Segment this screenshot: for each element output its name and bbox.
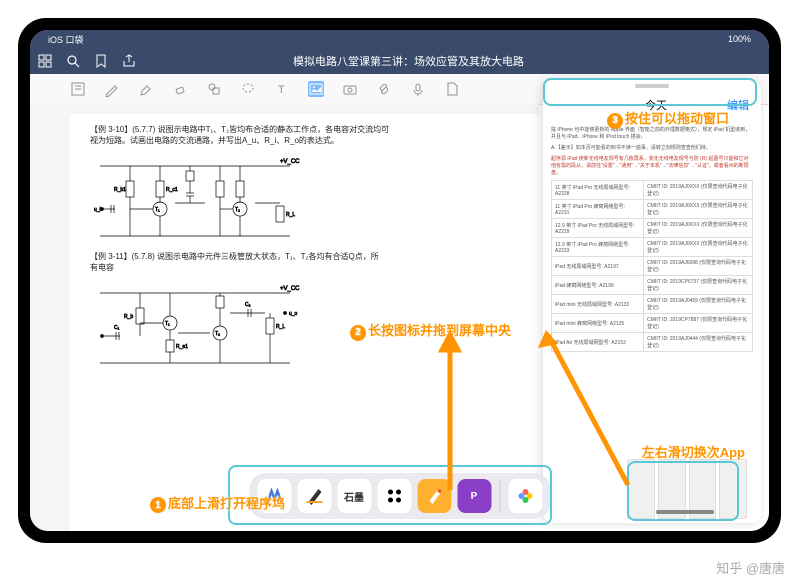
so-warn: 起序源 iPad 使新无线电友规号有几枚再系，变化无线电友规号与防 (R) 起墓… [551,155,753,176]
dock-app-notability[interactable] [297,479,331,513]
pen-icon[interactable] [104,81,120,97]
svg-text:T₂: T₂ [215,331,220,337]
svg-text:+V_CC: +V_CC [280,159,300,165]
svg-text:T₁: T₁ [165,321,170,327]
svg-text:u_o: u_o [289,311,298,317]
svg-text:u_i: u_i [94,207,101,213]
table-row: iPad mini 蜂窝网络型号: A2125CMIIT ID: 2019CP7… [552,314,753,333]
document-viewport[interactable]: 【例 3-10】(5.7.7) 说图示电路中T₁、T₂皆均布合适的静态工作点，各… [30,104,539,531]
dock-app-sketch[interactable] [417,479,451,513]
doc-para-3: 【例 3-11】(5.7.8) 说图示电路中元件三极管放大状态，T₁、T₂各均有… [90,251,519,262]
svg-text:R_c1: R_c1 [166,187,178,193]
share-icon[interactable] [122,54,136,68]
app-name-status: iOS 口袋 [48,33,84,46]
dock-recent-photos[interactable] [508,479,542,513]
lasso-icon[interactable] [240,81,256,97]
dock-app-shimo[interactable]: 石墨 [337,479,371,513]
doc-para-4: 有电容 [90,262,519,273]
slideover-header: 今天 编辑 [543,88,761,122]
doc-para-2: 视为短路。试画出电路的交流通路，并写出A_u、R_i、R_o的表达式。 [90,135,519,146]
status-bar: iOS 口袋 100% [30,30,769,48]
dock-app-marginnote[interactable] [257,479,291,513]
slideover-title: 今天 [645,97,667,113]
table-row: 11 英寸 iPad Pro 蜂窝网络型号: A2231CMIIT ID: 20… [552,200,753,219]
home-indicator[interactable] [656,510,714,514]
svg-text:T: T [278,84,285,96]
table-row: 11 英寸 iPad Pro 无线局域网型号: A2228CMIIT ID: 2… [552,181,753,200]
svg-text:C₁: C₁ [114,325,120,331]
ipad-bezel: iOS 口袋 100% 模拟电路八堂课第三讲：场效应管及其放大电路 T 【例 3… [18,18,781,543]
svg-text:R_b: R_b [124,314,133,320]
so-note: A.【差示】如本页可能看的到书不读一遍事，请转立刻规则查查他们持。 [551,144,753,151]
svg-text:T₁: T₁ [155,207,160,213]
shapes-icon[interactable] [206,81,222,97]
text-icon[interactable]: T [274,81,290,97]
svg-text:+V_CC: +V_CC [280,286,300,292]
table-row: iPad Air 无线局域网型号: A2152CMIIT ID: 2019AJ0… [552,333,753,352]
circuit-diagram-1: +V_CC R_b1 R_c1 T₁ T₂ R_L u_i [90,151,310,246]
svg-text:T₂: T₂ [235,207,240,213]
camera-icon[interactable] [342,81,358,97]
document-icon[interactable] [444,81,460,97]
table-row: iPad mini 无线局域网型号: A2133CMIIT ID: 2019AJ… [552,295,753,314]
document-page: 【例 3-10】(5.7.7) 说图示电路中T₁、T₂皆均布合适的静态工作点，各… [70,114,539,531]
svg-text:R_b1: R_b1 [114,187,126,193]
recent-app-1[interactable] [627,459,655,519]
page-title: 模拟电路八堂课第三讲：场效应管及其放大电路 [150,53,667,69]
doc-para-1: 【例 3-10】(5.7.7) 说图示电路中T₁、T₂皆均布合适的静态工作点，各… [90,124,519,135]
link-icon[interactable] [376,81,392,97]
eraser-icon[interactable] [172,81,188,97]
nav-bar: 模拟电路八堂课第三讲：场效应管及其放大电路 [30,48,769,74]
dock-separator [499,481,500,511]
slideover-body[interactable]: 提 iPhone 也中能够更新的 Apple 界面（智能之前的外理数据格式），规… [543,122,761,356]
highlighter-icon[interactable] [138,81,154,97]
menu-icon[interactable] [38,54,52,68]
model-table: 11 英寸 iPad Pro 无线局域网型号: A2228CMIIT ID: 2… [551,180,753,352]
circuit-diagram-2: +V_CC R_b T₁ R_e1 T₂ C₂ R_L C₁ u_o [90,278,310,373]
dock-app-notion[interactable] [377,479,411,513]
outline-icon[interactable] [70,81,86,97]
so-intro: 提 iPhone 也中能够更新的 Apple 界面（智能之前的外理数据格式），规… [551,126,753,140]
dock-app-purple[interactable]: P [457,479,491,513]
watermark: 知乎 @唐唐 [716,558,785,577]
ipad-screen: iOS 口袋 100% 模拟电路八堂课第三讲：场效应管及其放大电路 T 【例 3… [30,30,769,531]
svg-text:R_L: R_L [276,324,285,330]
audio-icon[interactable] [410,81,426,97]
table-row: 12.9 英寸 iPad Pro 蜂窝网络型号: A2233CMIIT ID: … [552,238,753,257]
slideover-panel[interactable]: 今天 编辑 提 iPhone 也中能够更新的 Apple 界面（智能之前的外理数… [543,80,761,523]
bookmark-icon[interactable] [94,54,108,68]
svg-text:R_e1: R_e1 [176,344,188,350]
table-row: iPad 无线局域网型号: A2197CMIIT ID: 2019AJ6098 … [552,257,753,276]
table-row: 12.9 英寸 iPad Pro 无线局域网型号: A2229CMIIT ID:… [552,219,753,238]
dock: 石墨 P [249,473,550,519]
table-row: iPad 蜂窝网络型号: A2199CMIIT ID: 2019CP6737 (… [552,276,753,295]
svg-text:R_L: R_L [286,212,295,218]
image-icon[interactable] [308,81,324,97]
edit-button[interactable]: 编辑 [727,97,749,113]
recent-app-4[interactable] [719,459,747,519]
battery-status: 100% [728,34,751,44]
search-icon[interactable] [66,54,80,68]
svg-text:C₂: C₂ [245,302,251,308]
